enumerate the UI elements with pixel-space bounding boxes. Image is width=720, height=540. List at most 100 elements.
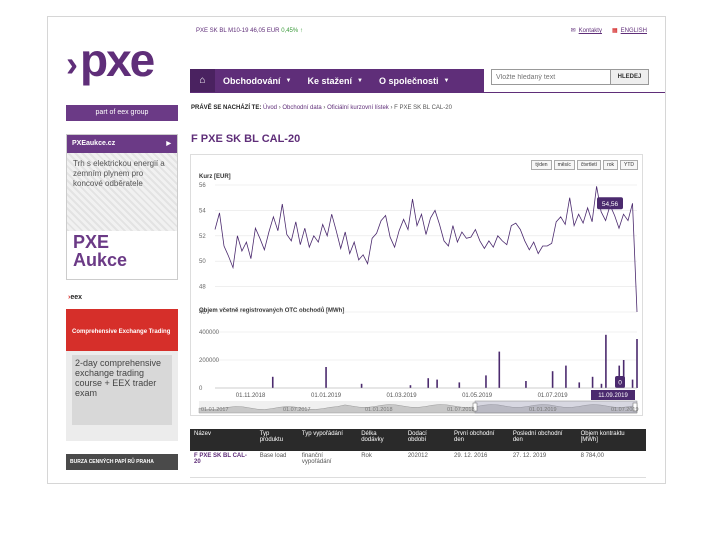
table-cell: 8 784,00 <box>576 451 646 478</box>
y-tick-label: 200000 <box>199 358 220 364</box>
volume-last-label: 0 <box>618 380 622 387</box>
logo-chevron-icon: › <box>66 43 78 84</box>
search-input[interactable] <box>492 70 610 84</box>
table-header: Objem kontraktu [MWh] <box>576 429 646 451</box>
nav-item-ke-stazeni[interactable]: Ke stažení ▼ <box>299 76 370 86</box>
burza-link[interactable]: BURZA CENNÝCH PAPÍ RŮ PRAHA <box>66 454 178 470</box>
nav-item-o-spolecnosti[interactable]: O společnosti ▼ <box>371 76 457 86</box>
logo-text: pxe <box>80 34 155 86</box>
search-box: HLEDEJ <box>491 69 649 85</box>
table-header: Typ produktu <box>255 429 298 451</box>
volume-bar <box>498 351 501 388</box>
table-cell: finanční vypořádání <box>297 451 358 478</box>
y-tick-label: 400000 <box>199 330 220 336</box>
volume-bar <box>525 381 527 388</box>
volume-bar <box>271 376 274 388</box>
volume-bar <box>631 379 634 388</box>
breadcrumb-prefix: PRÁVĚ SE NACHÁZÍ TE: <box>191 105 262 111</box>
eex-banner-title: Comprehensive Exchange Trading <box>66 309 178 351</box>
x-tick-label: 01.03.2019 <box>387 393 418 399</box>
table-cell: 202012 <box>403 451 450 478</box>
pxeaukce-widget[interactable]: PXEaukce.cz ▶ Trh s elektrickou energií a… <box>66 134 178 280</box>
contact-icon: ✉ <box>570 28 576 34</box>
x-tick-label: 01.05.2019 <box>462 393 493 399</box>
chart-svg[interactable]: 46 48 50 52 54 56 54,56 0 200000 400000 0 01.11.201… <box>191 155 644 417</box>
nav-underline <box>190 92 665 93</box>
breadcrumb-item[interactable]: Oficiální kurzovní lístek <box>327 105 389 111</box>
navigator-label: 01.01.2018 <box>365 407 393 413</box>
y-tick-label: 54 <box>199 208 206 214</box>
chart-panel: týden měsíc čtvrtletí rok YTD Kurz [EUR]… <box>190 154 643 416</box>
volume-bar <box>485 375 487 388</box>
volume-bar <box>636 339 638 388</box>
volume-bar <box>591 376 594 388</box>
eex-banner-text: 2-day comprehensive exchange trading cou… <box>72 355 172 425</box>
table-cell: 27. 12. 2019 <box>508 451 577 478</box>
table-row: F PXE SK BL CAL-20 Base load finanční vy… <box>190 451 646 478</box>
breadcrumb-item-current: F PXE SK BL CAL-20 <box>394 105 452 111</box>
top-links: ✉ Kontakty ▦ ENGLISH <box>571 27 647 34</box>
search-button[interactable]: HLEDEJ <box>610 70 648 84</box>
volume-bar <box>605 334 607 388</box>
table-header: Název <box>190 429 256 451</box>
eex-course-banner[interactable]: Comprehensive Exchange Trading 2-day com… <box>66 309 178 441</box>
volume-bar <box>565 365 567 388</box>
ticker-name: PXE SK BL M10-19 <box>196 28 249 34</box>
volume-bar <box>551 371 554 388</box>
navigator-label: 01.07.2017 <box>283 407 311 413</box>
eex-group-link[interactable]: part of eex group <box>66 105 178 121</box>
eex-logo: ›eex <box>68 294 82 301</box>
eex-logo-text: eex <box>70 294 83 301</box>
volume-bar <box>578 382 581 388</box>
uk-flag-icon: ▦ <box>611 28 618 34</box>
table-cell: Rok <box>357 451 404 478</box>
navigator-label: 01.01.2017 <box>201 407 229 413</box>
x-tick-label: 01.01.2019 <box>311 393 342 399</box>
volume-bar <box>427 378 430 388</box>
chevron-down-icon: ▼ <box>285 77 292 84</box>
volume-bar <box>458 382 461 388</box>
contact-link[interactable]: Kontakty <box>579 28 602 34</box>
table-header-row: Název Typ produktu Typ vypořádání Délka … <box>190 429 646 451</box>
ticker-price: 46,05 EUR <box>250 28 280 34</box>
breadcrumb-item[interactable]: Obchodní data <box>282 105 321 111</box>
table-cell: 29. 12. 2016 <box>450 451 509 478</box>
product-table: Název Typ produktu Typ vypořádání Délka … <box>190 429 646 478</box>
volume-bar <box>360 383 363 388</box>
ticker: PXE SK BL M10-19 46,05 EUR 0,45% ↑ <box>196 28 303 34</box>
promo-text: Trh s elektrickou energií a zemním plyne… <box>67 153 177 231</box>
price-last-label: 54,56 <box>602 201 619 208</box>
table-header: Poslední obchodní den <box>508 429 577 451</box>
last-date-label: 11.09.2019 <box>598 393 628 399</box>
pxe-aukce-brand: PXE Aukce <box>73 232 128 270</box>
y-tick-label: 50 <box>199 259 206 265</box>
main-nav: ⌂ Obchodování ▼ Ke stažení ▼ O společnosti… <box>190 69 484 92</box>
volume-bar <box>409 385 412 388</box>
pxeaukce-header[interactable]: PXEaukce.cz ▶ <box>67 135 177 153</box>
chevron-right-icon: ▶ <box>166 141 171 147</box>
chevron-down-icon: ▼ <box>443 77 450 84</box>
x-tick-label: 01.11.2018 <box>236 393 266 399</box>
ticker-change: 0,45% ↑ <box>281 28 303 34</box>
pxe-logo[interactable]: ›pxe <box>66 33 155 87</box>
table-cell-name[interactable]: F PXE SK BL CAL-20 <box>190 451 256 478</box>
y-tick-label: 46 <box>199 310 206 316</box>
table-cell: Base load <box>255 451 298 478</box>
volume-bar <box>325 367 327 388</box>
table-header: Typ vypořádání <box>297 429 358 451</box>
x-tick-label: 01.07.2019 <box>538 393 569 399</box>
breadcrumb-item[interactable]: Úvod <box>263 105 277 111</box>
table-header: Dodací období <box>403 429 450 451</box>
y-tick-label: 48 <box>199 285 206 291</box>
y-tick-label: 0 <box>199 386 203 392</box>
navigator-label: 01.07.2019 <box>611 407 639 413</box>
language-link[interactable]: ENGLISH <box>621 28 647 34</box>
nav-item-obchodovani[interactable]: Obchodování ▼ <box>215 76 299 86</box>
table-header: První obchodní den <box>450 429 509 451</box>
home-icon[interactable]: ⌂ <box>190 69 215 92</box>
price-line <box>214 186 638 313</box>
volume-bar <box>436 379 438 388</box>
chevron-down-icon: ▼ <box>357 77 363 84</box>
page-title: F PXE SK BL CAL-20 <box>191 133 301 145</box>
y-tick-label: 56 <box>199 183 206 189</box>
